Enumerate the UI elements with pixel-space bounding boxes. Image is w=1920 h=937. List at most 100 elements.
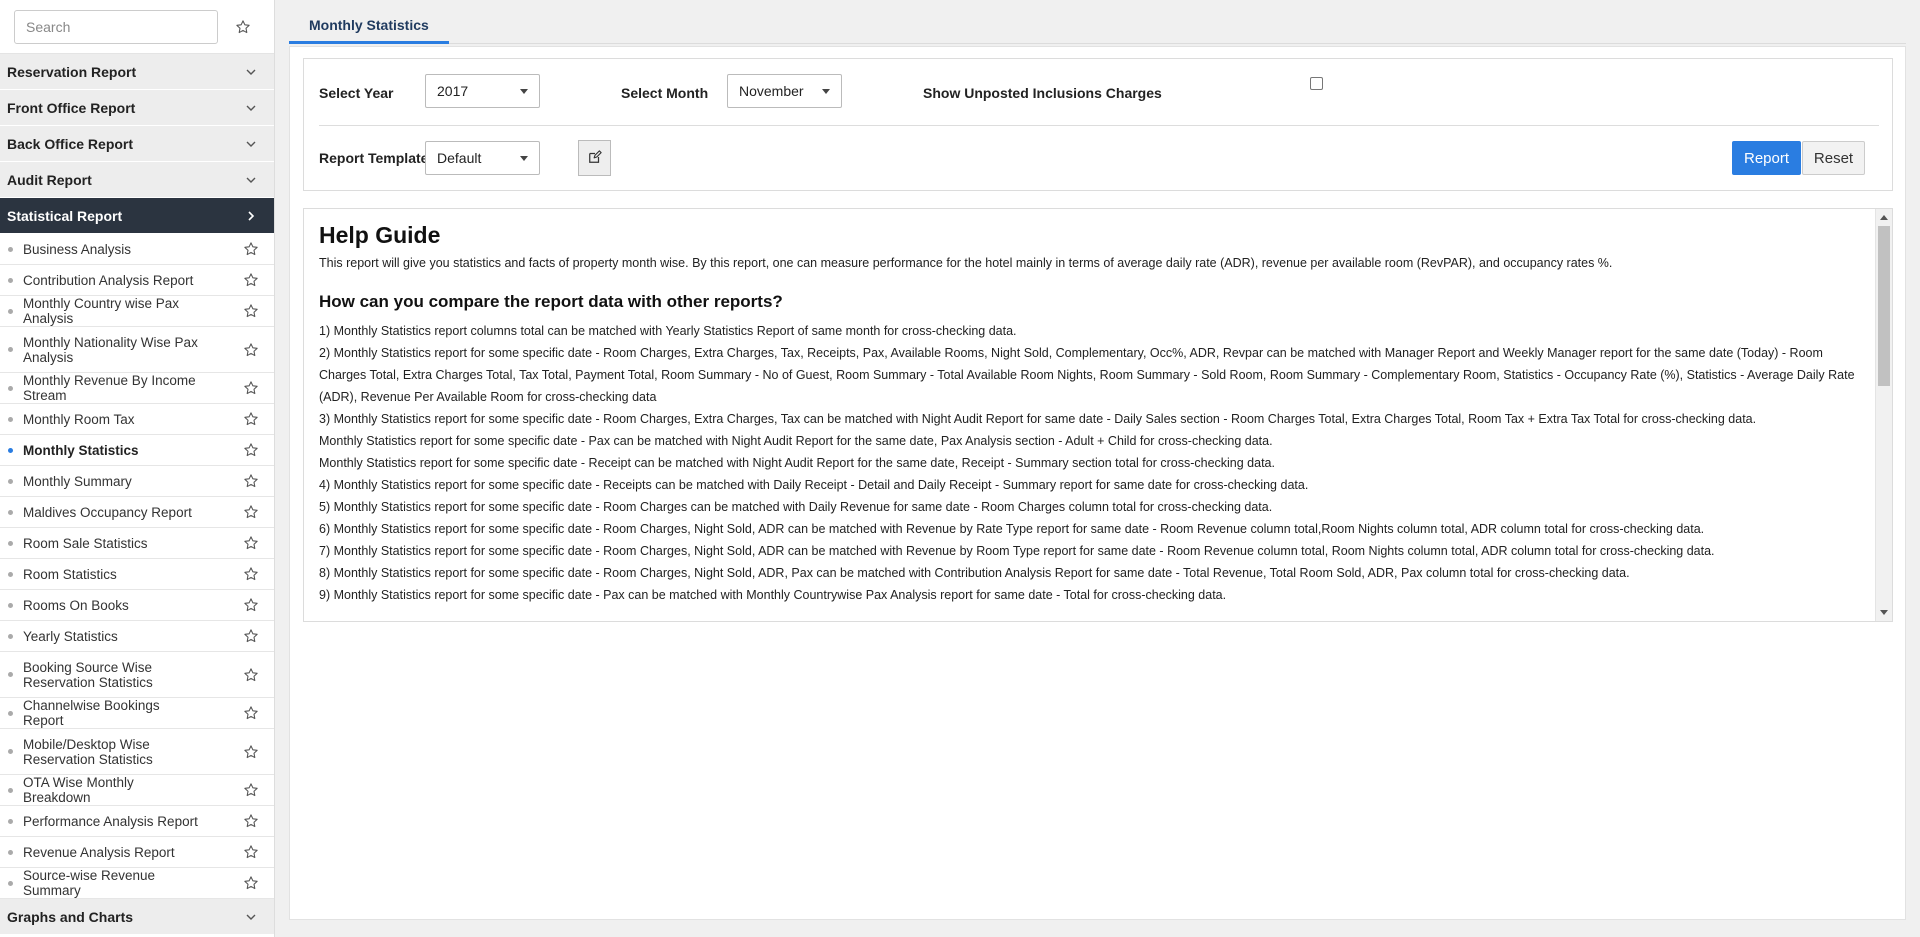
sidebar-item-label: Source-wise Revenue Summary xyxy=(23,868,156,898)
report-template-select[interactable]: Default xyxy=(425,141,540,175)
sidebar-item-performance-analysis-report[interactable]: Performance Analysis Report xyxy=(0,806,274,837)
sidebar-item-source-wise-revenue-summary[interactable]: Source-wise Revenue Summary xyxy=(0,868,274,899)
star-icon[interactable] xyxy=(242,627,260,645)
star-icon[interactable] xyxy=(242,302,260,320)
star-icon[interactable] xyxy=(242,341,260,359)
sidebar-search-row xyxy=(0,0,274,54)
sidebar-item-booking-source-wise-reservation-statistics[interactable]: Booking Source Wise Reservation Statisti… xyxy=(0,652,274,698)
edit-template-button[interactable] xyxy=(578,140,611,176)
sidebar-item-business-analysis[interactable]: Business Analysis xyxy=(0,234,274,265)
sidebar-item-left: Source-wise Revenue Summary xyxy=(8,868,242,898)
sidebar-item-label: Contribution Analysis Report xyxy=(23,272,194,288)
sidebar-item-left: Monthly Statistics xyxy=(8,443,242,458)
star-icon[interactable] xyxy=(242,271,260,289)
sidebar-category-statistical-report[interactable]: Statistical Report xyxy=(0,198,274,234)
star-icon[interactable] xyxy=(242,379,260,397)
chevron-down-icon xyxy=(245,138,257,150)
star-icon[interactable] xyxy=(242,843,260,861)
scroll-thumb[interactable] xyxy=(1878,226,1890,386)
select-month-label: Select Month xyxy=(621,85,709,101)
sidebar-item-monthly-country-wise-pax-analysis[interactable]: Monthly Country wise Pax Analysis xyxy=(0,296,274,327)
sidebar-item-monthly-revenue-by-income-stream[interactable]: Monthly Revenue By Income Stream xyxy=(0,373,274,404)
sidebar-item-rooms-on-books[interactable]: Rooms On Books xyxy=(0,590,274,621)
star-icon[interactable] xyxy=(242,441,260,459)
sidebar-item-contribution-analysis-report[interactable]: Contribution Analysis Report xyxy=(0,265,274,296)
sidebar-item-monthly-nationality-wise-pax-analysis[interactable]: Monthly Nationality Wise Pax Analysis xyxy=(0,327,274,373)
bullet-icon xyxy=(8,246,13,252)
sidebar-item-maldives-occupancy-report[interactable]: Maldives Occupancy Report xyxy=(0,497,274,528)
sidebar-item-room-sale-statistics[interactable]: Room Sale Statistics xyxy=(0,528,274,559)
year-value: 2017 xyxy=(437,83,469,99)
sidebar-item-label: Monthly Country wise Pax Analysis xyxy=(23,296,180,326)
help-line: 2) Monthly Statistics report for some sp… xyxy=(319,346,1855,404)
star-icon[interactable] xyxy=(242,472,260,490)
sidebar-item-left: Contribution Analysis Report xyxy=(8,273,242,288)
star-icon[interactable] xyxy=(242,704,260,722)
help-scrollbar[interactable] xyxy=(1875,209,1892,621)
sidebar-item-label: Business Analysis xyxy=(23,241,132,257)
star-icon[interactable] xyxy=(242,596,260,614)
help-line: 4) Monthly Statistics report for some sp… xyxy=(319,478,1309,492)
report-button[interactable]: Report xyxy=(1732,141,1801,175)
sidebar-item-revenue-analysis-report[interactable]: Revenue Analysis Report xyxy=(0,837,274,868)
bullet-icon xyxy=(8,447,13,453)
star-icon[interactable] xyxy=(242,666,260,684)
sidebar-item-label: Room Sale Statistics xyxy=(23,535,148,551)
scroll-down-icon[interactable] xyxy=(1880,610,1888,615)
tab-monthly-statistics[interactable]: Monthly Statistics xyxy=(289,8,449,44)
scroll-up-icon[interactable] xyxy=(1880,215,1888,220)
help-line: 3) Monthly Statistics report for some sp… xyxy=(319,412,1757,426)
sidebar-item-left: Room Statistics xyxy=(8,567,242,582)
star-icon[interactable] xyxy=(242,781,260,799)
sidebar-item-left: Channelwise Bookings Report xyxy=(8,698,242,728)
sidebar-item-yearly-statistics[interactable]: Yearly Statistics xyxy=(0,621,274,652)
sidebar-item-room-statistics[interactable]: Room Statistics xyxy=(0,559,274,590)
sidebar-item-mobile-desktop-wise-reservation-statistics[interactable]: Mobile/Desktop Wise Reservation Statisti… xyxy=(0,729,274,775)
report-template-label: Report Template xyxy=(319,150,429,166)
chevron-down-icon xyxy=(245,174,257,186)
reset-button[interactable]: Reset xyxy=(1802,141,1865,175)
sidebar-item-label: Monthly Revenue By Income Stream xyxy=(23,373,196,403)
filter-divider xyxy=(319,125,1879,126)
star-icon[interactable] xyxy=(234,18,252,36)
tab-bar: Monthly Statistics xyxy=(289,0,1906,44)
sidebar-item-channelwise-bookings-report[interactable]: Channelwise Bookings Report xyxy=(0,698,274,729)
sidebar-category-graphs-and-charts[interactable]: Graphs and Charts xyxy=(0,899,274,935)
star-icon[interactable] xyxy=(242,410,260,428)
select-year-label: Select Year xyxy=(319,85,394,101)
star-icon[interactable] xyxy=(242,874,260,892)
star-icon[interactable] xyxy=(242,812,260,830)
sidebar-item-label: Performance Analysis Report xyxy=(23,813,198,829)
star-icon[interactable] xyxy=(242,534,260,552)
unposted-inclusions-label: Show Unposted Inclusions Charges xyxy=(923,85,1162,101)
bullet-icon xyxy=(8,818,13,824)
star-icon[interactable] xyxy=(242,565,260,583)
star-icon[interactable] xyxy=(242,743,260,761)
sidebar-category-audit-report[interactable]: Audit Report xyxy=(0,162,274,198)
help-guide-panel: Help Guide This report will give you sta… xyxy=(303,208,1893,622)
sidebar-category-front-office-report[interactable]: Front Office Report xyxy=(0,90,274,126)
help-line: 8) Monthly Statistics report for some sp… xyxy=(319,566,1630,580)
sidebar-item-left: OTA Wise Monthly Breakdown xyxy=(8,775,242,805)
category-label: Statistical Report xyxy=(7,207,123,224)
sidebar-item-left: Revenue Analysis Report xyxy=(8,845,242,860)
month-select[interactable]: November xyxy=(727,74,842,108)
sidebar-item-left: Room Sale Statistics xyxy=(8,536,242,551)
chevron-down-icon xyxy=(245,911,257,923)
sidebar-item-label: Channelwise Bookings Report xyxy=(23,698,160,728)
sidebar-item-ota-wise-monthly-breakdown[interactable]: OTA Wise Monthly Breakdown xyxy=(0,775,274,806)
sidebar-item-label: Monthly Statistics xyxy=(23,442,139,458)
star-icon[interactable] xyxy=(242,240,260,258)
year-select[interactable]: 2017 xyxy=(425,74,540,108)
star-icon[interactable] xyxy=(242,503,260,521)
sidebar-item-monthly-room-tax[interactable]: Monthly Room Tax xyxy=(0,404,274,435)
sidebar-item-monthly-summary[interactable]: Monthly Summary xyxy=(0,466,274,497)
sidebar-category-back-office-report[interactable]: Back Office Report xyxy=(0,126,274,162)
unposted-inclusions-checkbox[interactable] xyxy=(1310,77,1323,90)
sidebar-item-left: Rooms On Books xyxy=(8,598,242,613)
chevron-down-icon xyxy=(245,102,257,114)
sidebar-item-monthly-statistics[interactable]: Monthly Statistics xyxy=(0,435,274,466)
sidebar-category-reservation-report[interactable]: Reservation Report xyxy=(0,54,274,90)
category-label: Reservation Report xyxy=(7,63,137,80)
search-input[interactable] xyxy=(14,9,218,44)
